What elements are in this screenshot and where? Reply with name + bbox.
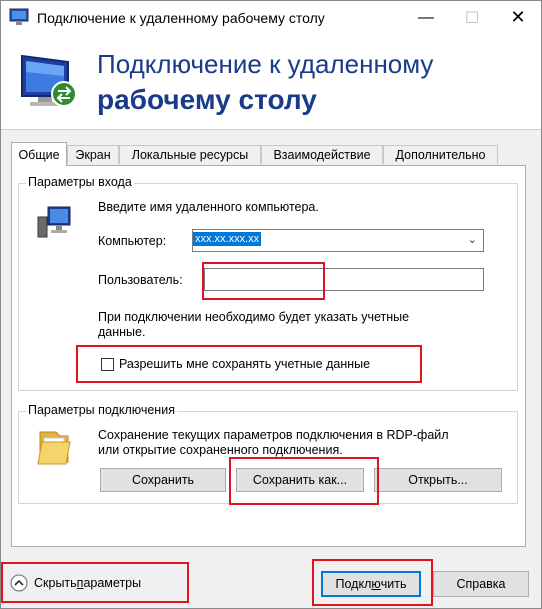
hide-options-rest: араметры (83, 576, 142, 590)
credentials-note-line2: данные. (98, 325, 146, 339)
maximize-button[interactable]: ☐ (449, 1, 495, 34)
hide-options-toggle[interactable]: Скрыть п араметры (10, 574, 141, 592)
tab-panel-general: Параметры входа Введите имя удаленного к… (11, 165, 526, 547)
computer-icon (37, 206, 71, 238)
tab-advanced[interactable]: Дополнительно (383, 145, 498, 164)
connection-desc-line1: Сохранение текущих параметров подключени… (98, 428, 449, 442)
help-button[interactable]: Справка (433, 571, 529, 597)
tab-local-resources[interactable]: Локальные ресурсы (119, 145, 261, 164)
user-label: Пользователь: (98, 273, 183, 287)
login-group-title: Параметры входа (26, 175, 134, 189)
save-credentials-checkbox[interactable] (101, 358, 114, 371)
connection-desc-line2: или открытие сохраненного подключения. (98, 443, 343, 457)
chevron-down-icon[interactable]: ⌄ (468, 233, 477, 246)
save-as-button[interactable]: Сохранить как... (236, 468, 364, 492)
connect-accesskey: ю (371, 577, 381, 591)
connect-button[interactable]: Подкл ю чить (321, 571, 421, 597)
rdp-window: Подключение к удаленному рабочему столу … (0, 0, 542, 609)
hide-options-prefix: Скрыть (34, 576, 77, 590)
tab-general[interactable]: Общие (11, 142, 67, 166)
remote-desktop-icon (21, 54, 77, 107)
folder-icon (37, 431, 71, 465)
connect-label-prefix: Подкл (335, 577, 372, 591)
user-input[interactable] (204, 268, 484, 291)
tab-display[interactable]: Экран (67, 145, 119, 164)
computer-prompt: Введите имя удаленного компьютера. (98, 200, 319, 214)
save-button[interactable]: Сохранить (100, 468, 226, 492)
open-button[interactable]: Открыть... (374, 468, 502, 492)
credentials-note-line1: При подключении необходимо будет указать… (98, 310, 410, 324)
computer-value: xxx.xx.xxx.xx (193, 232, 262, 246)
banner-title-line1: Подключение к удаленному (97, 49, 434, 79)
save-credentials-label[interactable]: Разрешить мне сохранять учетные данные (119, 357, 370, 371)
computer-combobox[interactable]: xxx.xx.xxx.xx ⌄ (192, 229, 484, 252)
minimize-button[interactable]: — (403, 1, 449, 34)
remote-desktop-icon (9, 8, 29, 25)
connect-label-rest: чить (380, 577, 407, 591)
computer-label: Компьютер: (98, 234, 167, 248)
hide-options-accesskey: п (76, 576, 84, 590)
connection-group-title: Параметры подключения (26, 403, 177, 417)
header-banner: Подключение к удаленному рабочему столу (1, 34, 541, 130)
title-bar: Подключение к удаленному рабочему столу … (1, 1, 541, 34)
close-button[interactable]: ✕ (495, 1, 541, 34)
chevron-up-icon (10, 574, 28, 592)
window-title: Подключение к удаленному рабочему столу (37, 10, 325, 26)
banner-title-line2: рабочему столу (97, 84, 317, 115)
tab-experience[interactable]: Взаимодействие (261, 145, 383, 164)
